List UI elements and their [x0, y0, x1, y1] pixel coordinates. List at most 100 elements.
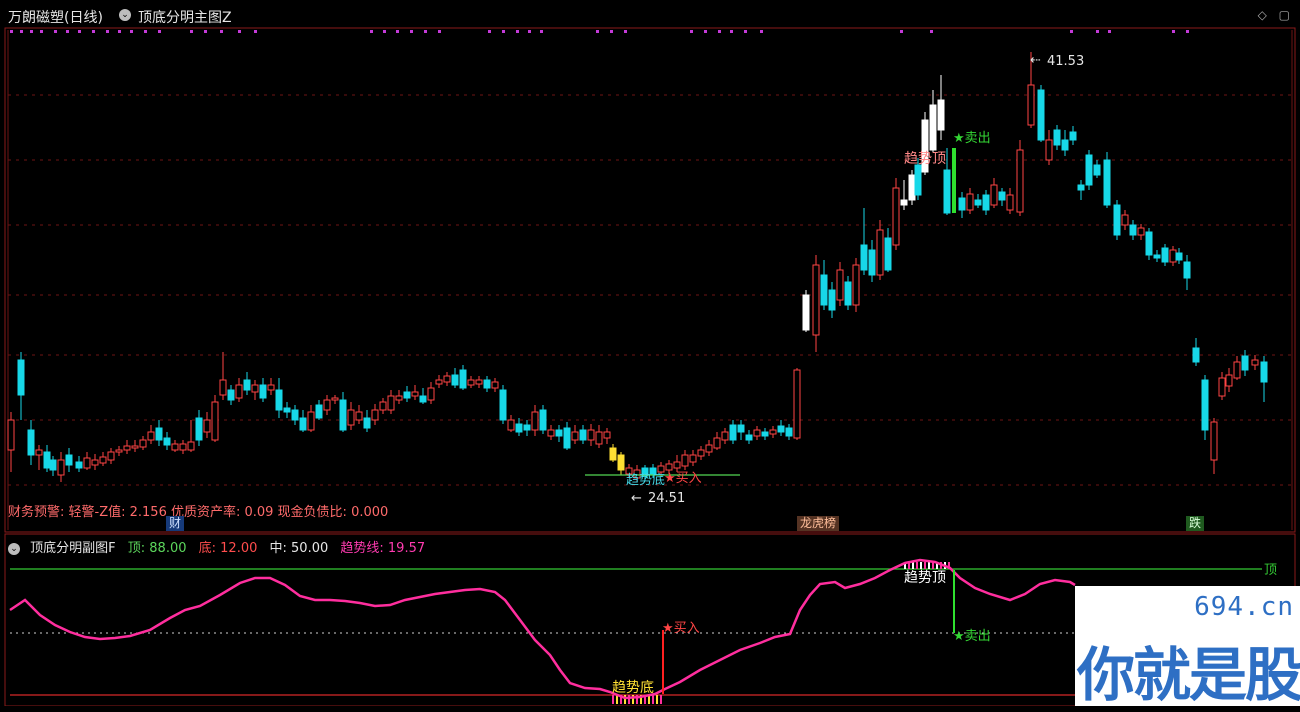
- signal-dot: [900, 30, 903, 33]
- signal-dots: [10, 30, 1189, 33]
- sub-chart-header: ⌄ 顶底分明副图F 顶: 88.00 底: 12.00 中: 50.00 趋势线…: [8, 537, 425, 556]
- candle: [259, 378, 267, 402]
- candle: [147, 425, 155, 444]
- main-trend-top-label: 趋势顶: [904, 151, 946, 167]
- signal-dot: [396, 30, 399, 33]
- candle: [595, 425, 603, 448]
- main-trend-bottom-label: 趋势底: [626, 472, 665, 488]
- candle: [283, 402, 291, 418]
- watermark: 694.cn 你就是股神: [1075, 586, 1300, 709]
- sub-sell-label: ★卖出: [953, 629, 991, 644]
- signal-dot: [106, 30, 109, 33]
- candle: [777, 420, 785, 436]
- candle: [235, 378, 243, 402]
- candle: [958, 192, 966, 218]
- signal-dot: [930, 30, 933, 33]
- signal-dot: [760, 30, 763, 33]
- candle: [603, 428, 611, 444]
- signal-dot: [624, 30, 627, 33]
- top-value: 顶: 88.00: [127, 541, 187, 556]
- candle: [403, 386, 411, 402]
- trend-value: 趋势线: 19.57: [340, 541, 426, 556]
- candle: [371, 404, 379, 425]
- candle: [681, 450, 689, 470]
- candle: [475, 376, 483, 388]
- candle: [387, 390, 395, 414]
- candle: [1183, 255, 1191, 290]
- candle: [291, 405, 299, 425]
- trend-top-stripe: [912, 562, 914, 569]
- candle: [689, 450, 697, 466]
- candle: [491, 378, 499, 392]
- top-line-label: 顶: [1264, 563, 1277, 578]
- candle: [1218, 372, 1226, 400]
- trend-bottom-stripe: [624, 695, 626, 704]
- sub-buy-label: ★买入: [662, 621, 700, 636]
- candle: [852, 258, 860, 312]
- watermark-text: 你就是股神: [1077, 641, 1300, 709]
- candle: [1077, 180, 1085, 200]
- candle: [123, 440, 131, 454]
- candle: [419, 388, 427, 404]
- dragon-tiger-badge[interactable]: 龙虎榜: [797, 516, 840, 531]
- sub-indicator-name[interactable]: 顶底分明副图F: [30, 541, 115, 556]
- candle: [411, 385, 419, 400]
- main-annotations: ⇠ 41.53 ← 24.51 趋势顶 ★卖出 趋势底 ★买入: [585, 53, 1084, 506]
- candle: [379, 398, 387, 414]
- high-arrow: ⇠: [1030, 53, 1041, 68]
- candle: [1210, 418, 1218, 474]
- candle: [65, 448, 73, 472]
- candle: [828, 282, 836, 318]
- signal-dot: [502, 30, 505, 33]
- candle: [323, 395, 331, 415]
- candle: [203, 412, 211, 438]
- signal-dot: [130, 30, 133, 33]
- candle: [187, 420, 195, 452]
- signal-dot: [424, 30, 427, 33]
- bottom-value: 底: 12.00: [198, 541, 258, 556]
- finance-badge[interactable]: 财: [166, 516, 185, 531]
- candle: [673, 455, 681, 472]
- stock-chart-window: 万朗磁塑(日线) ⌄ 顶底分明主图Z ◇ ▢ ⇠ 41.53 ← 24.51 趋…: [0, 0, 1300, 709]
- candle: [1169, 246, 1177, 266]
- candle: [307, 405, 315, 432]
- signal-dot: [92, 30, 95, 33]
- candle: [609, 444, 617, 462]
- signal-dot: [40, 30, 43, 33]
- signal-dot: [690, 30, 693, 33]
- candle: [761, 428, 769, 440]
- candle: [57, 452, 65, 482]
- signal-dot: [410, 30, 413, 33]
- sub-indicator-toggle-icon[interactable]: ⌄: [8, 542, 20, 555]
- mid-value: 中: 50.00: [269, 541, 329, 556]
- candle: [35, 445, 43, 470]
- trend-bottom-stripe: [660, 695, 662, 704]
- candle: [1121, 210, 1129, 230]
- trend-bottom-stripe: [652, 695, 654, 704]
- candle: [99, 452, 107, 466]
- fall-badge[interactable]: 跌: [1186, 516, 1205, 531]
- high-price-label: 41.53: [1047, 54, 1084, 69]
- candle: [876, 220, 884, 280]
- candle: [974, 194, 982, 208]
- candle: [892, 178, 900, 250]
- candle: [211, 395, 219, 442]
- signal-dot: [10, 30, 13, 33]
- candle: [507, 415, 515, 432]
- candle: [836, 262, 844, 306]
- candle: [812, 255, 820, 352]
- candle: [802, 290, 810, 332]
- signal-dot: [118, 30, 121, 33]
- candle: [27, 420, 35, 465]
- candle: [721, 428, 729, 444]
- candle: [467, 376, 475, 388]
- candle: [1037, 85, 1045, 142]
- candle: [427, 382, 435, 404]
- candle: [1233, 356, 1241, 380]
- low-arrow: ←: [631, 491, 642, 506]
- signal-dot: [610, 30, 613, 33]
- candle: [115, 446, 123, 456]
- candle: [219, 352, 227, 400]
- signal-dot: [383, 30, 386, 33]
- candle: [908, 170, 916, 205]
